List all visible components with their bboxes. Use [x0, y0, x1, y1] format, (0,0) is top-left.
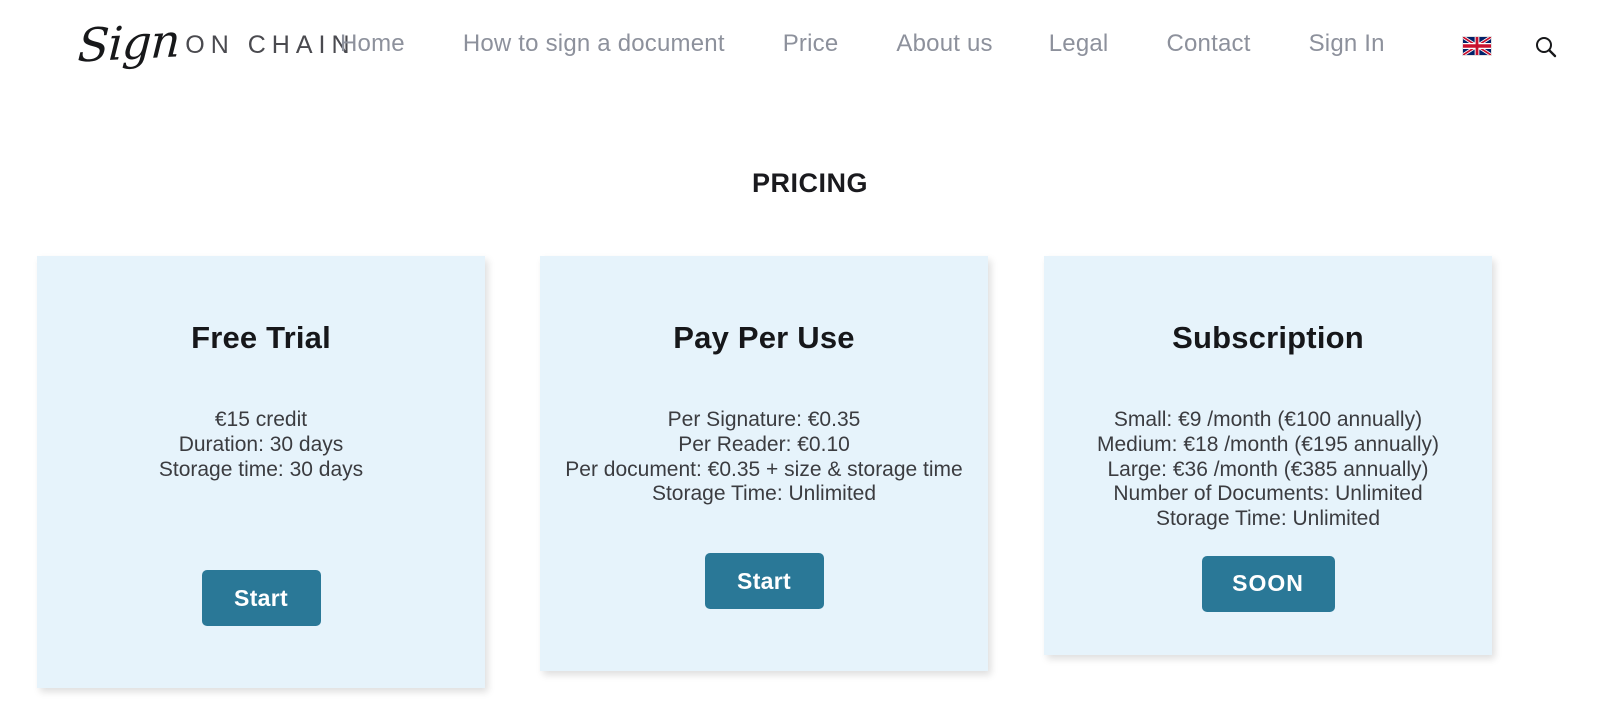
nav-item-price[interactable]: Price [783, 30, 839, 58]
nav-item-sign-in[interactable]: Sign In [1309, 30, 1385, 58]
card-detail-line: Per Reader: €0.10 [678, 432, 850, 456]
card-detail-line: €15 credit [214, 408, 308, 431]
start-button[interactable]: Start [201, 570, 321, 627]
nav-item-contact[interactable]: Contact [1166, 30, 1250, 58]
card-detail-line: Number of Documents: Unlimited [1113, 482, 1423, 506]
pricing-card-pay-per-use: Pay Per Use Per Signature: €0.35 Per Rea… [540, 256, 988, 671]
pricing-card-subscription: Subscription Small: €9 /month (€100 annu… [1044, 256, 1492, 655]
site-header: Sign ON CHAIN Home How to sign a documen… [0, 0, 1620, 95]
uk-flag-icon[interactable] [1462, 35, 1492, 57]
page-title: PRICING [751, 168, 868, 198]
card-detail-line: Duration: 30 days [178, 432, 344, 456]
card-detail-line: Storage time: 30 days [158, 457, 364, 481]
soon-button: SOON [1201, 555, 1335, 612]
start-button[interactable]: Start [704, 553, 824, 610]
logo-word-text: ON CHAIN [185, 30, 356, 59]
nav-item-how-to-sign-a-document[interactable]: How to sign a document [463, 30, 725, 58]
nav-item-home[interactable]: Home [340, 30, 405, 58]
main-navigation: Home How to sign a document Price About … [340, 30, 1385, 58]
nav-item-about-us[interactable]: About us [896, 30, 992, 58]
card-details: €15 credit Duration: 30 days Storage tim… [159, 408, 363, 482]
logo-script-text: Sign [76, 13, 181, 73]
card-detail-line: Storage Time: Unlimited [1155, 507, 1381, 531]
card-title: Pay Per Use [673, 320, 855, 355]
card-title: Free Trial [191, 320, 331, 355]
card-details: Small: €9 /month (€100 annually) Medium:… [1097, 408, 1439, 532]
search-icon[interactable] [1532, 33, 1560, 61]
pricing-cards: Free Trial €15 credit Duration: 30 days … [0, 256, 1620, 696]
card-detail-line: Storage Time: Unlimited [651, 482, 877, 506]
card-detail-line: Per document: €0.35 + size & storage tim… [565, 457, 963, 481]
card-detail-line: Per Signature: €0.35 [667, 408, 861, 431]
card-title: Subscription [1172, 320, 1364, 355]
logo[interactable]: Sign ON CHAIN [76, 4, 356, 82]
card-detail-line: Large: €36 /month (€385 annually) [1107, 457, 1429, 481]
pricing-card-free-trial: Free Trial €15 credit Duration: 30 days … [37, 256, 485, 688]
card-detail-line: Small: €9 /month (€100 annually) [1113, 408, 1423, 431]
card-detail-line: Medium: €18 /month (€195 annually) [1096, 432, 1440, 456]
nav-item-legal[interactable]: Legal [1049, 30, 1109, 58]
card-details: Per Signature: €0.35 Per Reader: €0.10 P… [565, 408, 962, 507]
